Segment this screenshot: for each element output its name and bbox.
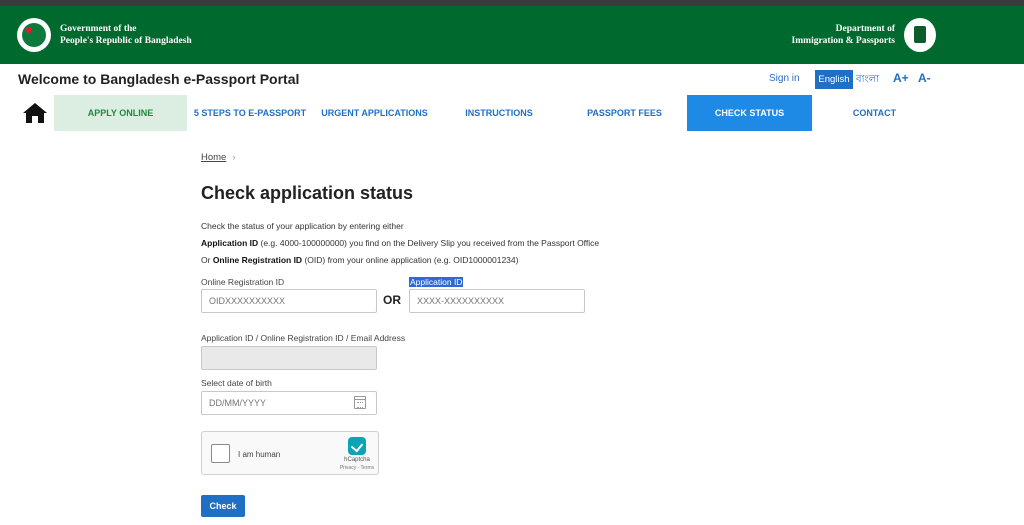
description-or-text: Or [201, 255, 213, 265]
or-separator: OR [383, 293, 401, 307]
description-line3: Or Online Registration ID (OID) from you… [201, 252, 681, 269]
nav-urgent-applications[interactable]: URGENT APPLICATIONS [313, 95, 436, 131]
main-navigation: APPLY ONLINE 5 STEPS TO e-PASSPORT URGEN… [0, 95, 1024, 131]
department-title: Department of Immigration & Passports [792, 23, 895, 47]
description-line2: Application ID (e.g. 4000-100000000) you… [201, 235, 681, 252]
home-icon[interactable] [22, 102, 48, 124]
breadcrumb: Home › [201, 152, 236, 163]
font-increase-button[interactable]: A+ [893, 71, 909, 85]
combined-id-label: Application ID / Online Registration ID … [201, 333, 406, 343]
calendar-icon[interactable] [354, 396, 366, 409]
gov-title-line2: People's Republic of Bangladesh [60, 36, 192, 46]
description-application-id-term: Application ID [201, 238, 259, 248]
description-oid-term: Online Registration ID [212, 255, 303, 265]
dept-title-line1: Department of [835, 24, 895, 34]
application-id-input[interactable] [409, 289, 585, 313]
nav-apply-online[interactable]: APPLY ONLINE [54, 95, 187, 131]
hcaptcha-privacy-terms-link[interactable]: Privacy - Terms [339, 465, 375, 471]
language-bangla-button[interactable]: বাংলা [856, 72, 879, 89]
government-header: Government of the People's Republic of B… [0, 6, 1024, 64]
dob-label: Select date of birth [201, 378, 272, 388]
application-id-label: Application ID [409, 277, 464, 287]
chevron-right-icon: › [232, 152, 236, 163]
language-english-button[interactable]: English [815, 70, 853, 89]
breadcrumb-home-link[interactable]: Home [201, 152, 226, 163]
nav-contact[interactable]: CONTACT [812, 95, 937, 131]
government-title: Government of the People's Republic of B… [60, 23, 192, 47]
nav-check-status[interactable]: CHECK STATUS [687, 95, 812, 131]
description-line3-text: (OID) from your online application (e.g.… [302, 255, 519, 265]
hcaptcha-logo-icon [348, 437, 366, 455]
portal-welcome-title: Welcome to Bangladesh e-Passport Portal [18, 71, 300, 87]
page-title: Check application status [201, 183, 414, 203]
oid-input[interactable] [201, 289, 377, 313]
font-decrease-button[interactable]: A- [918, 71, 931, 85]
dob-input[interactable] [201, 391, 377, 415]
captcha-checkbox[interactable] [211, 444, 230, 463]
dept-title-line2: Immigration & Passports [791, 36, 895, 46]
passport-department-logo-icon[interactable] [904, 18, 936, 52]
sign-in-link[interactable]: Sign in [769, 73, 800, 84]
nav-5-steps[interactable]: 5 STEPS TO e-PASSPORT [187, 95, 313, 131]
oid-label: Online Registration ID [201, 277, 285, 287]
combined-id-input [201, 346, 377, 370]
nav-instructions[interactable]: INSTRUCTIONS [436, 95, 562, 131]
check-button[interactable]: Check [201, 495, 245, 517]
hcaptcha-brand: hCaptcha [344, 457, 370, 463]
government-seal-icon[interactable] [17, 18, 51, 52]
description-line1: Check the status of your application by … [201, 221, 404, 231]
hcaptcha-widget: I am human hCaptcha Privacy - Terms [201, 431, 379, 475]
page-description: Check the status of your application by … [201, 218, 681, 269]
captcha-label: I am human [238, 450, 281, 459]
gov-title-line1: Government of the [60, 24, 137, 34]
nav-passport-fees[interactable]: PASSPORT FEES [562, 95, 687, 131]
description-line2-text: (e.g. 4000-100000000) you find on the De… [258, 238, 600, 248]
